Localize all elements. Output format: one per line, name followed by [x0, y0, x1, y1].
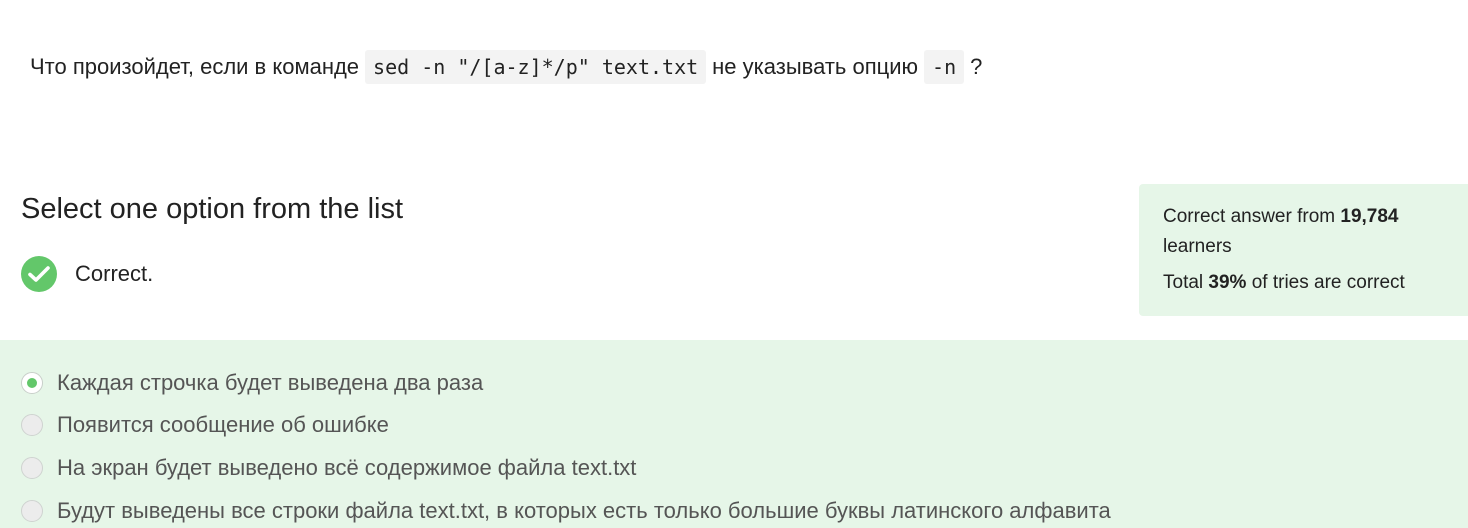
option-label[interactable]: Каждая строчка будет выведена два раза [57, 370, 483, 396]
radio-button[interactable] [21, 457, 43, 479]
stats-learners-suffix: learners [1163, 236, 1232, 257]
check-icon [21, 256, 57, 292]
option-item[interactable]: Будут выведены все строки файла text.txt… [21, 498, 1111, 524]
status-text: Correct. [75, 261, 154, 286]
status-correct: Correct. [21, 256, 153, 292]
option-label[interactable]: Будут выведены все строки файла text.txt… [57, 498, 1111, 524]
question-text: Что произойдет, если в команде sed -n "/… [30, 47, 982, 87]
option-item[interactable]: Появится сообщение об ошибке [21, 412, 389, 438]
percent-correct: 39% [1208, 272, 1247, 293]
options-list: Каждая строчка будет выведена два раза П… [0, 340, 1468, 528]
stats-percent-prefix: Total [1163, 272, 1209, 293]
stats-learners-prefix: Correct answer from [1163, 206, 1341, 227]
stats-percent-suffix: of tries are correct [1246, 272, 1405, 293]
radio-button-selected[interactable] [21, 372, 43, 394]
radio-button[interactable] [21, 500, 43, 522]
learners-count: 19,784 [1340, 206, 1399, 227]
question-text-middle: не указывать опцию [712, 54, 919, 79]
question-text-end: ? [970, 54, 983, 79]
code-option: -n [924, 50, 965, 84]
option-label[interactable]: На экран будет выведено всё содержимое ф… [57, 455, 636, 481]
stats-panel: Correct answer from 19,784 learners Tota… [1139, 184, 1468, 316]
option-item[interactable]: Каждая строчка будет выведена два раза [21, 370, 483, 396]
select-title: Select one option from the list [21, 193, 404, 225]
question-text-before: Что произойдет, если в команде [30, 54, 360, 79]
option-item[interactable]: На экран будет выведено всё содержимое ф… [21, 455, 636, 481]
stats-percent: Total 39% of tries are correct [1163, 268, 1468, 298]
stats-learners: Correct answer from 19,784 learners [1163, 202, 1453, 262]
radio-dot [27, 378, 37, 388]
radio-button[interactable] [21, 414, 43, 436]
option-label[interactable]: Появится сообщение об ошибке [57, 412, 389, 438]
code-command: sed -n "/[a-z]*/p" text.txt [365, 50, 707, 84]
